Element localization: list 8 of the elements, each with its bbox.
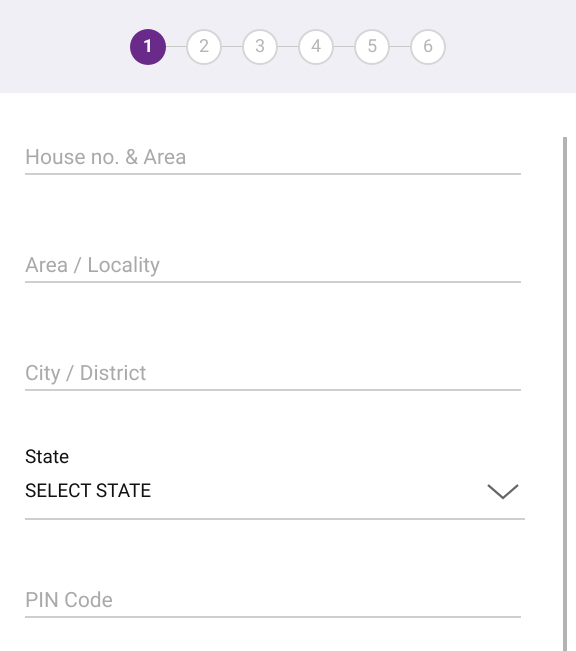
input-field[interactable]: House no. & Area (25, 143, 521, 175)
chevron-down-icon (487, 484, 519, 500)
state-select[interactable]: SELECT STATE (25, 468, 525, 520)
input-field[interactable]: PIN Code (25, 586, 521, 618)
field-label: State (25, 446, 70, 468)
input-field[interactable]: Area / Locality (25, 251, 521, 283)
scrollbar[interactable] (563, 137, 567, 651)
input-field[interactable]: City / District (25, 359, 521, 391)
